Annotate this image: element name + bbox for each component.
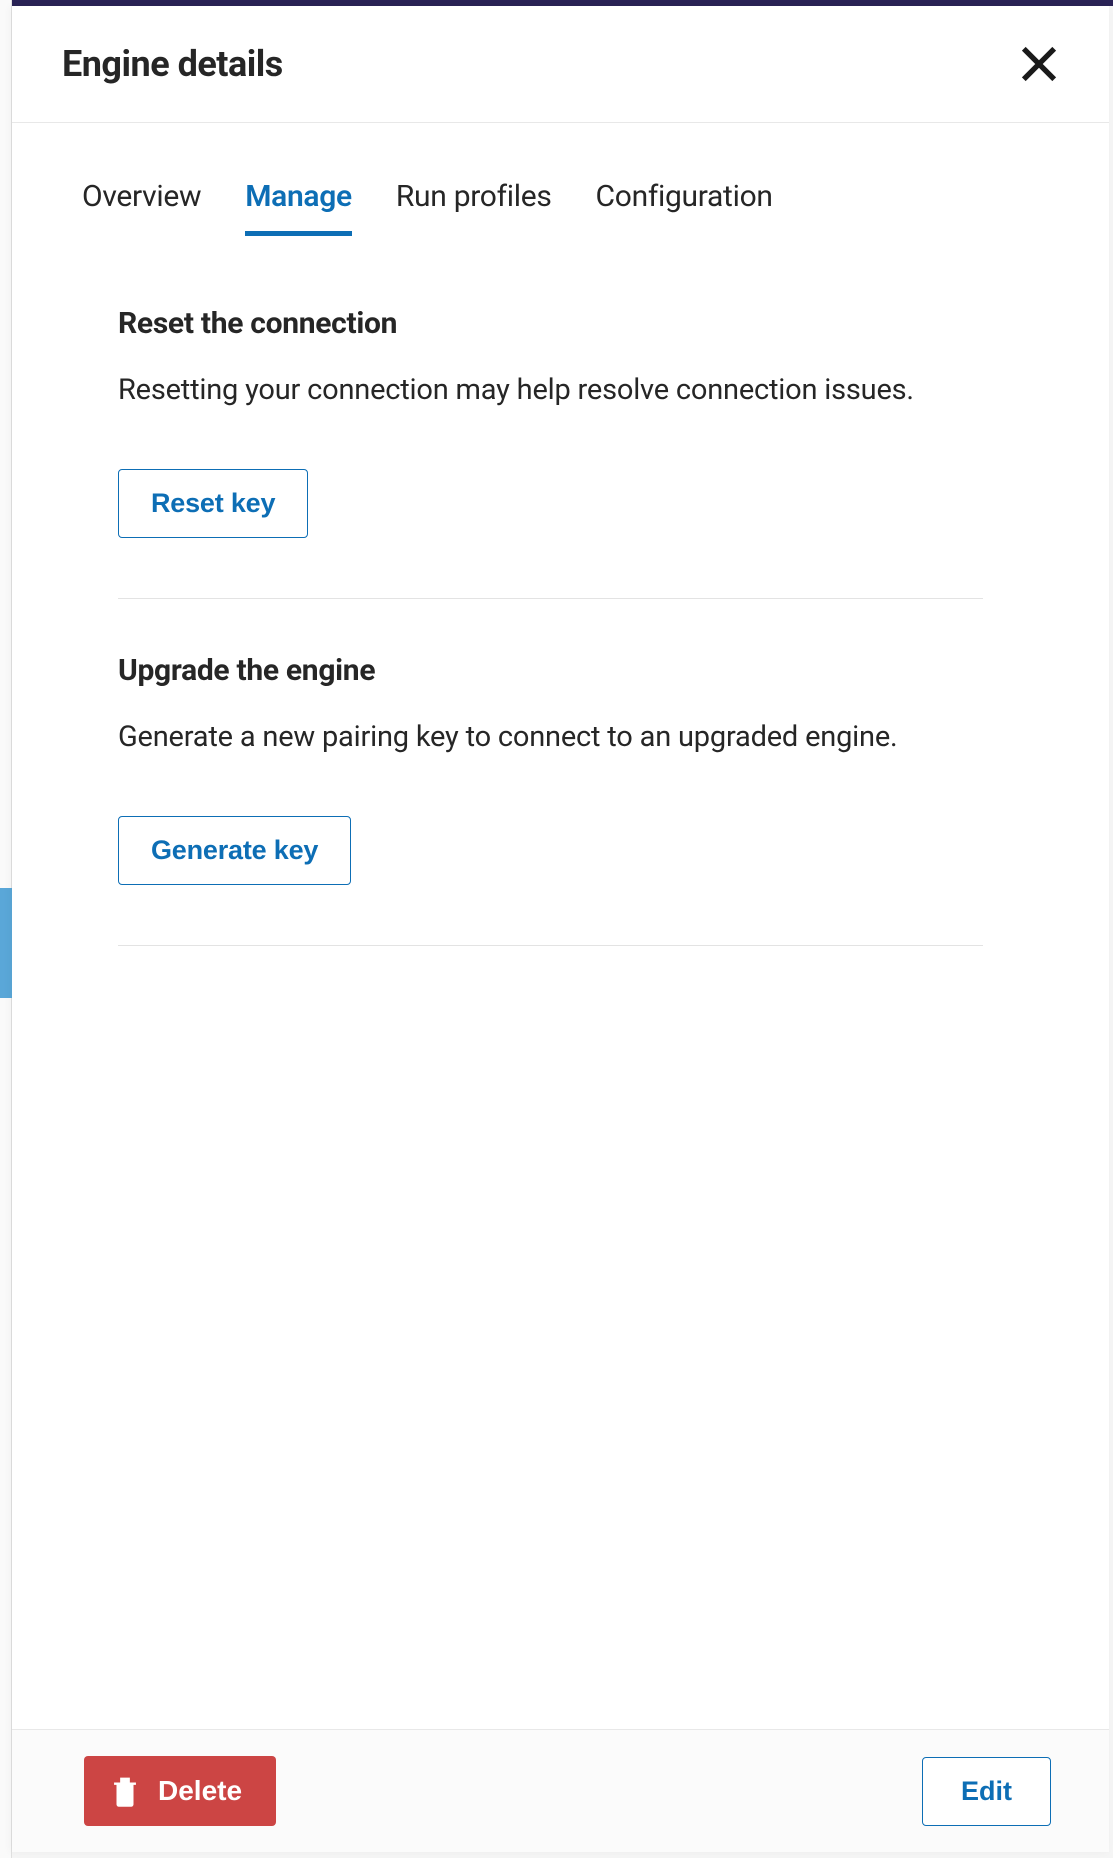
edit-button[interactable]: Edit [922, 1757, 1051, 1826]
tab-content: Reset the connection Resetting your conn… [12, 236, 1103, 986]
trash-icon [110, 1774, 140, 1808]
tab-overview[interactable]: Overview [82, 167, 201, 236]
scroll-spacer [12, 986, 1103, 1729]
scroll-area[interactable]: Overview Manage Run profiles Configurati… [12, 123, 1109, 1729]
section-title-reset: Reset the connection [118, 306, 983, 341]
engine-details-panel: Engine details Overview Manage Run profi… [12, 6, 1109, 1852]
reset-key-button[interactable]: Reset key [118, 469, 308, 538]
panel-header: Engine details [12, 6, 1109, 123]
section-upgrade-engine: Upgrade the engine Generate a new pairin… [118, 653, 983, 946]
tab-manage[interactable]: Manage [245, 167, 352, 236]
delete-button-label: Delete [158, 1775, 242, 1807]
close-icon [1019, 44, 1059, 84]
tab-configuration[interactable]: Configuration [596, 167, 773, 236]
section-reset-connection: Reset the connection Resetting your conn… [118, 306, 983, 599]
panel-body: Overview Manage Run profiles Configurati… [12, 123, 1109, 1729]
generate-key-button[interactable]: Generate key [118, 816, 351, 885]
tab-run-profiles[interactable]: Run profiles [396, 167, 552, 236]
panel-footer: Delete Edit [12, 1729, 1109, 1852]
close-button[interactable] [1015, 40, 1063, 88]
delete-button[interactable]: Delete [84, 1756, 276, 1826]
panel-title: Engine details [62, 43, 283, 85]
section-title-upgrade: Upgrade the engine [118, 653, 983, 688]
tabs: Overview Manage Run profiles Configurati… [12, 123, 1103, 236]
background-selection-indicator [0, 888, 12, 998]
section-desc-upgrade: Generate a new pairing key to connect to… [118, 716, 983, 758]
section-desc-reset: Resetting your connection may help resol… [118, 369, 983, 411]
